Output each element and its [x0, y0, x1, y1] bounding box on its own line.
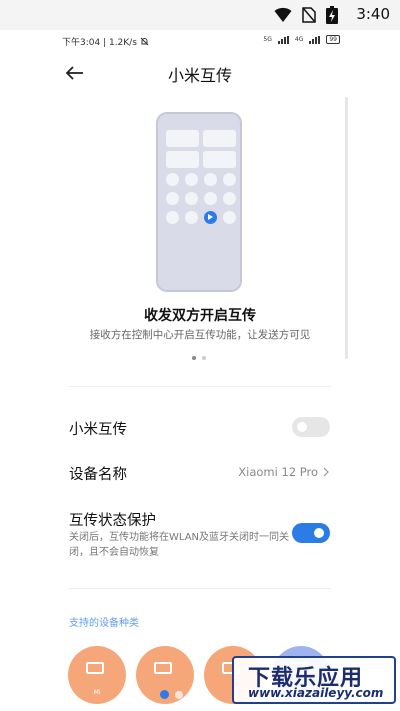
protection-description: 关闭后，互传功能将在WLAN及蓝牙关闭时一同关闭，且不会自动恢复 [69, 532, 290, 558]
illustration-tile [166, 130, 199, 147]
bell-muted-icon [140, 37, 149, 46]
device-name-label[interactable]: 设备名称 [69, 463, 127, 484]
signal-icon-2 [309, 35, 321, 44]
illustration-dot [166, 173, 179, 186]
protection-toggle[interactable] [292, 523, 330, 543]
phone-illustration [156, 112, 242, 292]
system-status-bar: 3:40 [0, 0, 400, 30]
device-type-phone[interactable]: Mi [68, 646, 126, 704]
wifi-icon [274, 7, 292, 22]
hero-pager[interactable] [192, 356, 206, 360]
inner-status-left: 下午3:04 | 1.2K/s [62, 35, 149, 48]
mi-share-tile-icon [204, 211, 217, 224]
device-name-value: Xiaomi 12 Pro [238, 465, 318, 479]
devices-pager[interactable] [160, 690, 211, 699]
net-label-4g: 4G [294, 36, 304, 43]
illustration-tile [203, 151, 236, 168]
illustration-dot [185, 211, 198, 224]
signal-icon [277, 35, 289, 44]
chevron-right-icon [323, 467, 329, 477]
watermark-url: www.xiazaileyy.com [248, 686, 384, 700]
inner-status-time: 下午3:04 | 1.2K/s [62, 38, 137, 48]
inner-status-bar: 下午3:04 | 1.2K/s 5G 4G 99 [62, 33, 340, 49]
pager-dot[interactable] [203, 690, 211, 699]
pager-dot-active[interactable] [192, 356, 196, 360]
illustration-dot [223, 192, 236, 205]
divider [68, 386, 331, 387]
illustration-dot [223, 173, 236, 186]
pager-dot[interactable] [202, 356, 206, 360]
hero-subtitle: 接收方在控制中心开启互传功能，让发送方可见 [89, 329, 311, 341]
illustration-tile [203, 130, 236, 147]
battery-level: 99 [326, 35, 340, 44]
protection-label: 互传状态保护 [69, 513, 156, 529]
pager-dot-active[interactable] [160, 690, 169, 699]
illustration-dot [204, 173, 217, 186]
laptop-icon [86, 662, 104, 674]
mi-share-label: 小米互传 [69, 422, 127, 438]
mi-share-toggle[interactable] [292, 417, 330, 437]
illustration-dot [223, 211, 236, 224]
status-time: 3:40 [356, 5, 390, 23]
device-type-name: Mi [93, 689, 101, 696]
illustration-dot [185, 173, 198, 186]
toggle-knob [314, 528, 324, 538]
hero-title: 收发双方开启互传 [144, 308, 256, 324]
devices-section-title: 支持的设备种类 [69, 618, 139, 629]
page-title: 小米互传 [167, 66, 232, 85]
battery-charging-icon [326, 6, 338, 24]
illustration-dot [204, 192, 217, 205]
toggle-knob [297, 422, 307, 432]
tablet-icon [154, 662, 172, 674]
inner-status-right: 5G 4G 99 [263, 35, 340, 44]
net-label-5g: 5G [263, 36, 272, 43]
no-sim-icon [302, 7, 316, 23]
site-watermark: 下载乐应用 www.xiazaileyy.com [232, 656, 396, 704]
illustration-tile [166, 151, 199, 168]
device-name-row[interactable]: Xiaomi 12 Pro [238, 465, 330, 479]
illustration-dot [166, 211, 179, 224]
pager-dot[interactable] [189, 690, 197, 699]
page-header: 小米互传 [0, 58, 400, 88]
pager-dot[interactable] [175, 690, 183, 699]
divider [68, 588, 331, 589]
status-icons [274, 6, 338, 24]
illustration-dot [185, 192, 198, 205]
illustration-dot [166, 192, 179, 205]
